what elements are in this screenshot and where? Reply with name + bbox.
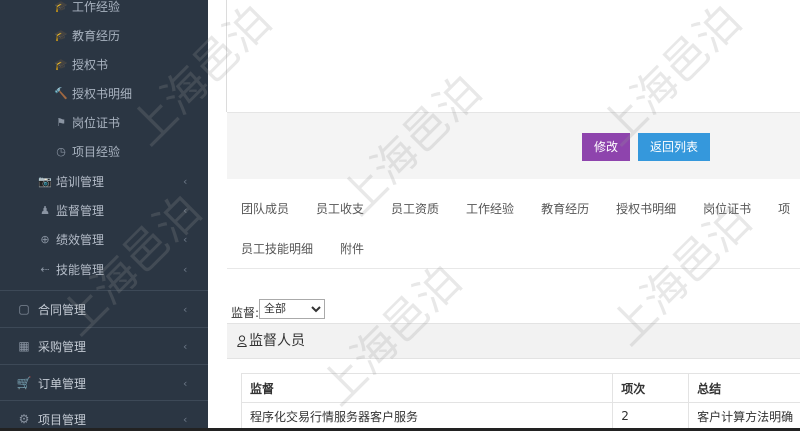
tab-employee-finance[interactable]: 员工收支 [302,194,377,224]
tab-authorization-detail[interactable]: 授权书明细 [602,194,689,224]
sidebar-item-projects[interactable]: ⚙ 项目管理 ‹ [0,400,208,431]
person-icon: ♟ [40,204,50,217]
sidebar-item-training[interactable]: 📷 培训管理 ‹ [0,167,208,196]
chevron-left-icon: ‹ [183,339,188,353]
tab-attachments[interactable]: 附件 [326,234,377,264]
table-header-row: 监督 项次 总结 [240,373,800,403]
graduation-cap-icon: 🎓 [54,0,68,13]
panel-header: 监督人员 [227,323,800,359]
sidebar-item-position-certificate[interactable]: ⚑ 岗位证书 [0,108,208,137]
tab-bar-row-1: 团队成员 员工收支 员工资质 工作经验 教育经历 授权书明细 岗位证书项 [227,194,800,224]
graduation-cap-icon: 🎓 [54,58,68,71]
chevron-left-icon: ‹ [183,204,188,217]
document-icon: ▢ [18,302,30,316]
tab-bar-row-2: 员工技能明细 附件 [227,234,800,264]
column-header-summary[interactable]: 总结 [688,373,800,403]
sidebar-item-label: 采购管理 [38,339,87,354]
chevron-left-icon: ‹ [183,412,188,426]
sidebar-item-purchase[interactable]: ▦ 采购管理 ‹ [0,327,208,364]
user-icon [237,335,247,347]
sidebar-item-label: 监督管理 [56,204,105,218]
sidebar-item-work-experience[interactable]: 🎓 工作经验 [0,0,208,21]
supervision-table: 监督 项次 总结 程序化交易行情服务器客户服务 2 客户计算方法明确 [240,373,800,430]
sidebar-item-supervision[interactable]: ♟ 监督管理 ‹ [0,196,208,225]
column-header-supervision[interactable]: 监督 [240,373,614,403]
chevron-left-icon: ‹ [183,376,188,390]
table-icon: ▦ [18,339,30,353]
cart-icon: 🛒 [16,376,32,390]
sidebar-item-label: 合同管理 [38,302,87,317]
column-header-item-no[interactable]: 项次 [612,373,690,403]
sidebar-item-label: 技能管理 [56,263,105,277]
content-divider [226,0,227,112]
clock-icon: ◷ [56,145,66,158]
camera-icon: 📷 [38,175,52,188]
sidebar-item-label: 授权书明细 [72,87,133,101]
chevron-left-icon: ‹ [183,175,188,188]
sidebar-item-label: 项目管理 [38,412,87,427]
panel-title: 监督人员 [249,333,305,349]
table-cell: 程序化交易行情服务器客户服务 [240,402,614,430]
chevron-left-icon: ‹ [183,233,188,246]
flag-icon: ⚑ [56,116,66,129]
action-bar: 修改 返回列表 [227,112,800,179]
sidebar-item-project-experience[interactable]: ◷ 项目经验 [0,137,208,166]
tab-position-certificate[interactable]: 岗位证书 [689,194,764,224]
tab-work-experience[interactable]: 工作经验 [452,194,527,224]
tab-project-truncated[interactable]: 项 [764,194,800,224]
chevron-left-icon: ‹ [183,302,188,316]
sidebar-item-label: 工作经验 [72,0,121,14]
sidebar-item-label: 绩效管理 [56,233,105,247]
tab-education[interactable]: 教育经历 [527,194,602,224]
edit-button[interactable]: 修改 [582,133,631,161]
sidebar-item-authorization-detail[interactable]: 🔨 授权书明细 [0,79,208,108]
supervisor-filter: 监督: 全部 [231,296,326,321]
cogs-icon: ⚙ [18,412,30,426]
tab-divider [227,268,800,269]
supervisor-select[interactable]: 全部 [259,298,326,319]
sidebar-item-label: 教育经历 [72,29,121,43]
sidebar-item-authorization[interactable]: 🎓 授权书 [0,50,208,79]
sidebar-item-label: 岗位证书 [72,116,121,130]
sidebar-item-label: 订单管理 [38,376,87,391]
sidebar: 🎓 工作经验 🎓 教育经历 🎓 授权书 🔨 授权书明细 ⚑ 岗位证书 ◷ 项目经… [0,0,208,431]
sidebar-item-label: 授权书 [72,58,109,72]
sidebar-item-skills[interactable]: ⇠ 技能管理 ‹ [0,255,208,284]
sidebar-item-orders[interactable]: 🛒 订单管理 ‹ [0,364,208,401]
chevron-left-icon: ‹ [183,263,188,276]
sidebar-item-label: 培训管理 [56,175,105,189]
sidebar-item-education[interactable]: 🎓 教育经历 [0,21,208,50]
table-cell: 客户计算方法明确 [688,402,800,430]
gavel-icon: 🔨 [54,87,68,100]
sidebar-item-contract[interactable]: ▢ 合同管理 ‹ [0,290,208,327]
tab-employee-qualification[interactable]: 员工资质 [377,194,452,224]
table-row[interactable]: 程序化交易行情服务器客户服务 2 客户计算方法明确 [240,402,800,430]
arrow-left-icon: ⇠ [40,263,50,276]
sidebar-item-label: 项目经验 [72,145,121,159]
table-cell: 2 [612,402,690,430]
lifebuoy-icon: ⊕ [40,233,50,246]
tab-skill-detail[interactable]: 员工技能明细 [227,234,326,264]
graduation-cap-icon: 🎓 [54,29,68,42]
sidebar-item-performance[interactable]: ⊕ 绩效管理 ‹ [0,225,208,254]
filter-label: 监督: [231,306,260,320]
back-to-list-button[interactable]: 返回列表 [638,133,711,161]
tab-team-members[interactable]: 团队成员 [227,194,302,224]
